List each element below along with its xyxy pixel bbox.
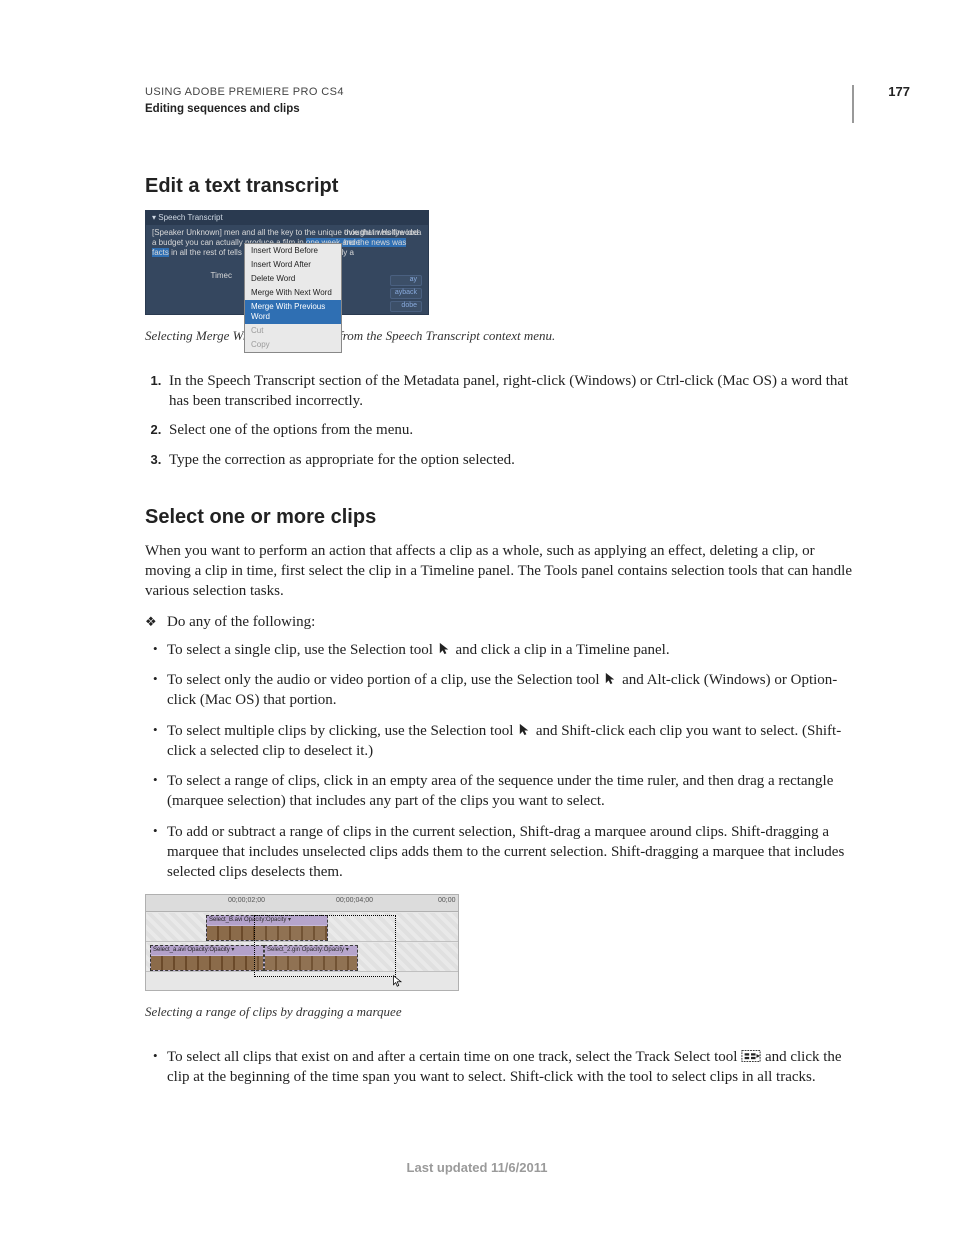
list-item: To select a range of clips, click in an … (167, 771, 854, 812)
running-header: USING ADOBE PREMIERE PRO CS4 Editing seq… (145, 85, 854, 123)
heading-select-clips: Select one or more clips (145, 504, 854, 531)
list-item: To select only the audio or video portio… (167, 670, 854, 711)
selection-tool-icon (437, 641, 452, 656)
menu-item-merge-next[interactable]: Merge With Next Word (245, 286, 341, 300)
list-item: To select multiple clips by clicking, us… (167, 721, 854, 762)
timecode-label: Timec (152, 271, 232, 281)
heading-edit-transcript: Edit a text transcript (145, 173, 854, 200)
bullet-list: To select all clips that exist on and af… (145, 1047, 854, 1088)
selection-tool-icon (517, 722, 532, 737)
clip: Select_a.avi Opacity:Opacity ▾ (150, 945, 264, 971)
time-ruler: 00;00;02;00 00;00;04;00 00;00 (146, 895, 458, 912)
list-item: To add or subtract a range of clips in t… (167, 822, 854, 883)
ruler-label: 00;00;02;00 (228, 896, 265, 905)
diamond-bullet-icon: ❖ (145, 612, 167, 632)
bullet-list: To select a single clip, use the Selecti… (145, 640, 854, 883)
side-tag: ayback (390, 288, 422, 299)
cursor-icon (392, 973, 404, 989)
track-select-tool-icon (741, 1049, 761, 1063)
footer-last-updated: Last updated 11/6/2011 (0, 1159, 954, 1177)
bullet-text: To select multiple clips by clicking, us… (167, 723, 517, 739)
bullet-text: To select all clips that exist on and af… (167, 1049, 741, 1065)
menu-item-cut[interactable]: Cut (245, 324, 341, 338)
panel-title-text: Speech Transcript (158, 213, 222, 222)
menu-item-insert-word-after[interactable]: Insert Word After (245, 258, 341, 272)
side-tag: dobe (390, 301, 422, 312)
page: USING ADOBE PREMIERE PRO CS4 Editing seq… (0, 0, 954, 1235)
panel-title: ▾ Speech Transcript (146, 211, 428, 225)
step-item: Select one of the options from the menu. (165, 420, 854, 440)
step-item: In the Speech Transcript section of the … (165, 371, 854, 412)
header-chapter: Editing sequences and clips (145, 102, 832, 118)
marquee-selection (254, 915, 396, 977)
page-number: 177 (888, 83, 910, 101)
figure-speech-transcript: ▾ Speech Transcript [Speaker Unknown] me… (145, 210, 854, 315)
numbered-steps: In the Speech Transcript section of the … (145, 371, 854, 470)
menu-item-copy[interactable]: Copy (245, 338, 341, 352)
menu-item-merge-previous[interactable]: Merge With Previous Word (245, 300, 341, 324)
intro-paragraph: When you want to perform an action that … (145, 541, 854, 602)
do-any-text: Do any of the following: (167, 612, 315, 632)
bullet-text: To select only the audio or video portio… (167, 672, 603, 688)
context-menu[interactable]: Insert Word Before Insert Word After Del… (244, 243, 342, 353)
menu-item-insert-word-before[interactable]: Insert Word Before (245, 244, 341, 258)
transcript-text: ovie that was the idea here (344, 228, 422, 248)
ruler-label: 00;00;04;00 (336, 896, 373, 905)
side-tag: ay (390, 275, 422, 286)
menu-item-delete-word[interactable]: Delete Word (245, 272, 341, 286)
list-item: To select a single clip, use the Selecti… (167, 640, 854, 660)
list-item: To select all clips that exist on and af… (167, 1047, 854, 1088)
header-product: USING ADOBE PREMIERE PRO CS4 (145, 85, 832, 100)
do-any-line: ❖ Do any of the following: (145, 612, 854, 632)
ruler-label: 00;00 (438, 896, 456, 905)
side-tags: ay ayback dobe (390, 275, 422, 313)
figure-timeline-marquee: 00;00;02;00 00;00;04;00 00;00 Select_B.a… (145, 894, 854, 991)
clip-label: Select_a.avi Opacity:Opacity ▾ (151, 946, 263, 954)
figure-caption: Selecting a range of clips by dragging a… (145, 1003, 854, 1021)
step-item: Type the correction as appropriate for t… (165, 450, 854, 470)
bullet-text: and click a clip in a Timeline panel. (452, 642, 670, 658)
bullet-text: To select a single clip, use the Selecti… (167, 642, 437, 658)
selection-tool-icon (603, 671, 618, 686)
